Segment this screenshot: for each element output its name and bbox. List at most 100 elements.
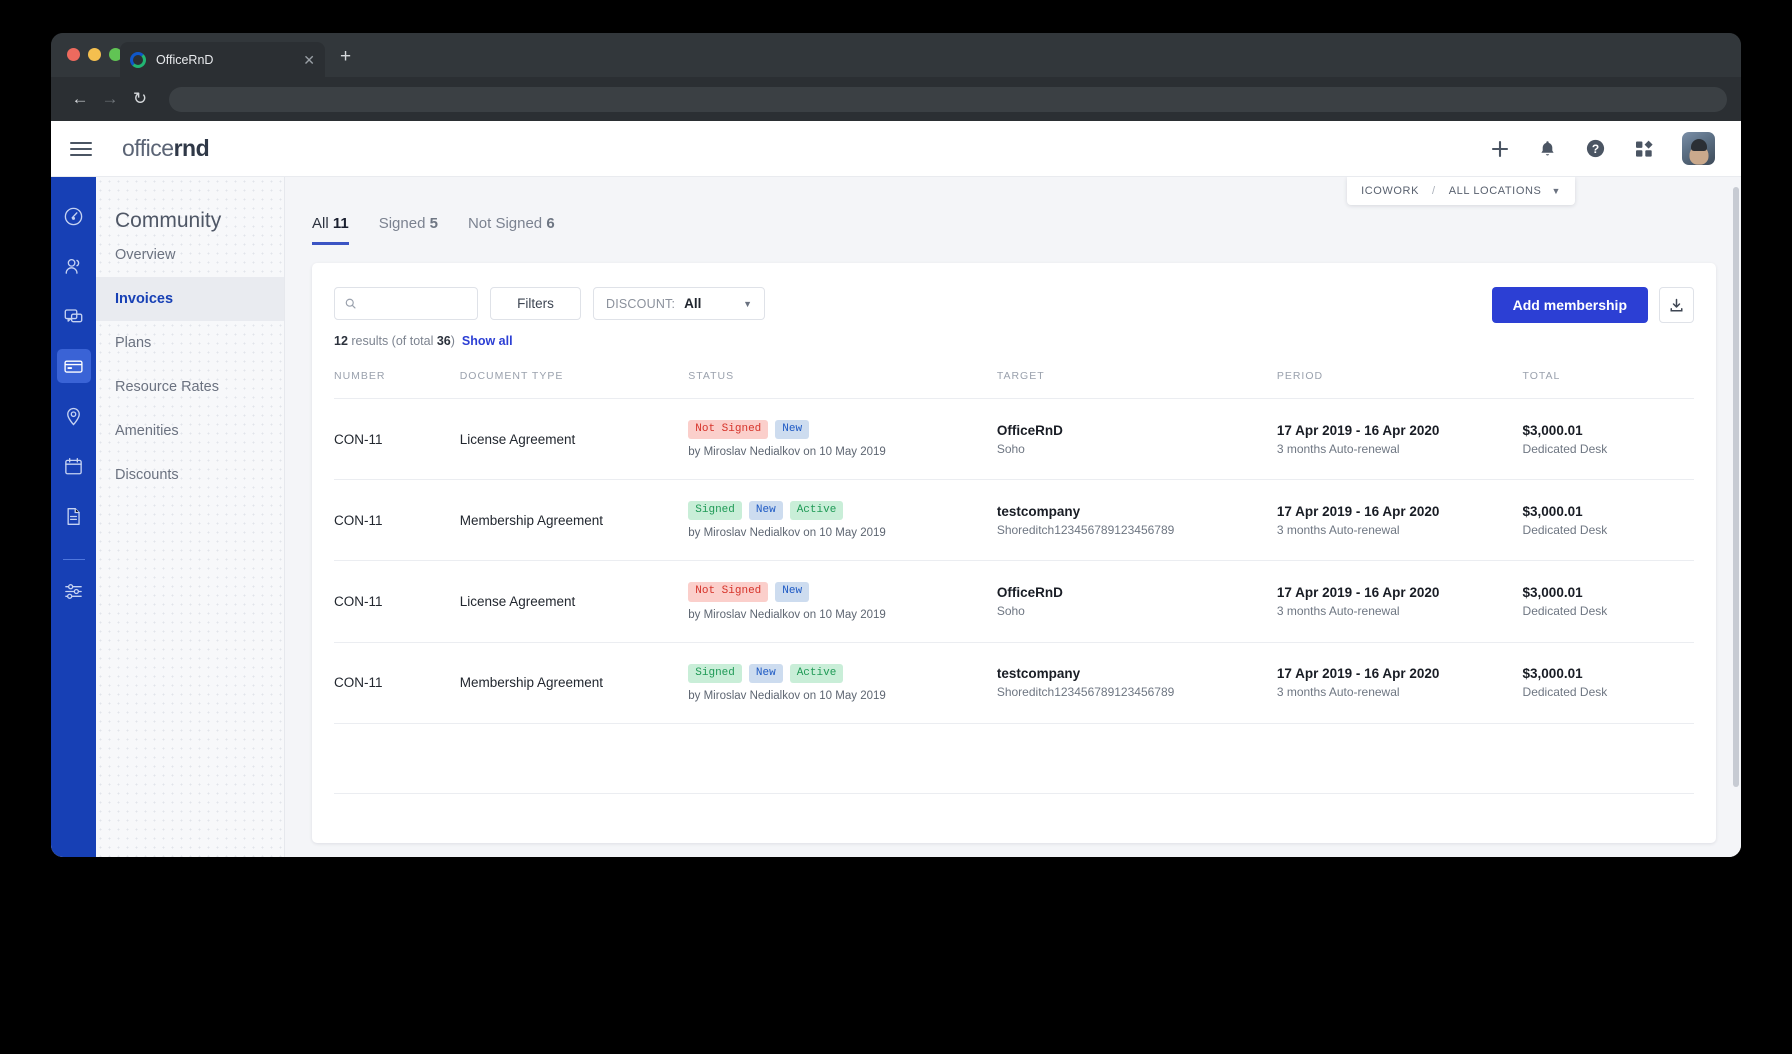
forward-button[interactable]: → — [95, 89, 125, 109]
cell-target: testcompany Shoreditch123456789123456789 — [996, 479, 1277, 562]
help-icon[interactable]: ? — [1585, 138, 1606, 159]
cell-total: $3,000.01 Dedicated Desk — [1522, 642, 1694, 724]
period-sub: 3 months Auto-renewal — [1276, 522, 1400, 537]
empty-cell — [996, 793, 1277, 843]
cell-status: Not Signed New by Miroslav Nedialkov on 10… — [688, 398, 997, 481]
new-tab-button[interactable]: + — [340, 47, 351, 66]
chevron-down-icon: ▼ — [1551, 186, 1561, 196]
scrollbar-thumb[interactable] — [1733, 187, 1739, 787]
period-sub: 3 months Auto-renewal — [1276, 685, 1400, 700]
sidebar-item-amenities[interactable]: Amenities — [96, 409, 284, 453]
apps-grid-icon[interactable] — [1634, 139, 1654, 159]
status-byline: by Miroslav Nedialkov on 10 May 2019 — [688, 689, 886, 702]
status-badge: New — [748, 663, 783, 683]
tab-not-signed[interactable]: Not Signed 6 — [468, 215, 555, 245]
secondary-nav: Community Overview Invoices Plans Resour… — [96, 177, 285, 857]
discount-select-label: DISCOUNT: — [606, 296, 676, 311]
location-selector[interactable]: ICOWORK / ALL LOCATIONS ▼ — [1347, 177, 1575, 205]
add-icon[interactable] — [1490, 139, 1510, 159]
column-header-document-type[interactable]: DOCUMENT TYPE — [459, 370, 689, 399]
export-download-button[interactable] — [1659, 287, 1694, 323]
table-row[interactable]: CON-11 Membership Agreement Signed New Activ… — [334, 479, 1694, 562]
cell-target: testcompany Shoreditch123456789123456789 — [996, 642, 1277, 724]
cell-number: CON-11 — [334, 560, 460, 643]
search-box[interactable] — [334, 287, 478, 320]
tab-signed-label: Signed — [378, 215, 426, 232]
settings-sliders-icon[interactable] — [57, 574, 91, 608]
sidebar-item-overview[interactable]: Overview — [96, 233, 284, 277]
status-badge: Signed — [688, 663, 742, 683]
main-content: ICOWORK / ALL LOCATIONS ▼ All 11 Signed … — [285, 177, 1741, 857]
close-window-button[interactable] — [67, 48, 80, 61]
content-scrollbar[interactable] — [1733, 177, 1739, 857]
status-badge: New — [775, 582, 810, 602]
table-row[interactable]: CON-11 License Agreement Not Signed New by M… — [334, 560, 1694, 643]
chat-icon[interactable] — [57, 299, 91, 333]
status-badges: Not Signed New — [688, 582, 997, 602]
target-name: OfficeRnD — [996, 584, 1063, 600]
empty-cell — [688, 723, 997, 794]
reports-document-icon[interactable] — [57, 499, 91, 533]
status-byline: by Miroslav Nedialkov on 10 May 2019 — [688, 446, 886, 459]
close-icon[interactable]: ✕ — [303, 53, 315, 67]
total-sub: Dedicated Desk — [1522, 685, 1608, 700]
add-membership-button[interactable]: Add membership — [1491, 287, 1648, 323]
target-sub: Soho — [996, 603, 1025, 618]
application-viewport: officernd ? Community Overview Invoices … — [51, 121, 1741, 857]
billing-card-icon[interactable] — [56, 349, 91, 383]
hamburger-icon[interactable] — [70, 138, 92, 160]
app-logo[interactable]: officernd — [122, 135, 210, 162]
status-badge: Not Signed — [688, 582, 769, 602]
total-amount: $3,000.01 — [1522, 584, 1583, 600]
dashboard-icon[interactable] — [57, 199, 91, 233]
cell-document-type: Membership Agreement — [459, 479, 689, 562]
column-header-target[interactable]: TARGET — [996, 370, 1277, 399]
column-header-number[interactable]: NUMBER — [334, 370, 460, 399]
show-all-link[interactable]: Show all — [462, 334, 513, 348]
target-name: OfficeRnD — [996, 422, 1063, 438]
total-amount: $3,000.01 — [1522, 422, 1583, 438]
table-row[interactable]: CON-11 Membership Agreement Signed New Activ… — [334, 642, 1694, 724]
results-text-end: ) — [450, 334, 455, 348]
sidebar-item-resource-rates[interactable]: Resource Rates — [96, 365, 284, 409]
cell-status: Not Signed New by Miroslav Nedialkov on 10… — [688, 560, 997, 643]
period-range: 17 Apr 2019 - 16 Apr 2020 — [1276, 584, 1440, 600]
status-badge: Active — [789, 501, 844, 521]
discount-select[interactable]: DISCOUNT: All ▼ — [593, 287, 765, 320]
status-byline: by Miroslav Nedialkov on 10 May 2019 — [688, 527, 886, 540]
cell-document-type: Membership Agreement — [459, 642, 689, 724]
status-badges: Signed New Active — [688, 663, 997, 683]
browser-window: OfficeRnD ✕ + ← → ↻ officernd ? Communit… — [51, 33, 1741, 857]
browser-toolbar: ← → ↻ — [51, 77, 1741, 121]
browser-tabstrip: OfficeRnD ✕ + — [51, 33, 1741, 77]
tab-all[interactable]: All 11 — [312, 215, 349, 245]
notifications-bell-icon[interactable] — [1538, 139, 1557, 159]
table-row[interactable]: CON-11 License Agreement Not Signed New by M… — [334, 398, 1694, 481]
filters-button[interactable]: Filters — [490, 287, 581, 320]
results-total: 36 — [436, 334, 451, 348]
table-header-row: NUMBER DOCUMENT TYPE STATUS TARGET PERIO… — [334, 370, 1694, 399]
address-bar[interactable] — [169, 86, 1727, 112]
reload-button[interactable]: ↻ — [125, 89, 155, 109]
sidebar-item-plans[interactable]: Plans — [96, 321, 284, 365]
browser-tab[interactable]: OfficeRnD ✕ — [120, 42, 325, 77]
cell-target: OfficeRnD Soho — [996, 560, 1277, 643]
column-header-total[interactable]: TOTAL — [1522, 370, 1694, 399]
empty-cell — [996, 723, 1277, 794]
search-input[interactable] — [363, 296, 467, 311]
app-body: Community Overview Invoices Plans Resour… — [51, 177, 1741, 857]
calendar-icon[interactable] — [57, 449, 91, 483]
sidebar-item-invoices[interactable]: Invoices — [96, 277, 284, 321]
status-badges: Signed New Active — [688, 501, 997, 521]
column-header-period[interactable]: PERIOD — [1276, 370, 1523, 399]
location-pin-icon[interactable] — [57, 399, 91, 433]
column-header-status[interactable]: STATUS — [688, 370, 997, 399]
back-button[interactable]: ← — [65, 89, 95, 109]
user-avatar[interactable] — [1682, 132, 1715, 165]
app-header: officernd ? — [51, 121, 1741, 177]
minimize-window-button[interactable] — [88, 48, 101, 61]
cell-status: Signed New Active by Miroslav Nedialkov on … — [688, 642, 997, 724]
tab-signed[interactable]: Signed 5 — [379, 215, 438, 245]
members-icon[interactable] — [57, 249, 91, 283]
sidebar-item-discounts[interactable]: Discounts — [96, 453, 284, 497]
